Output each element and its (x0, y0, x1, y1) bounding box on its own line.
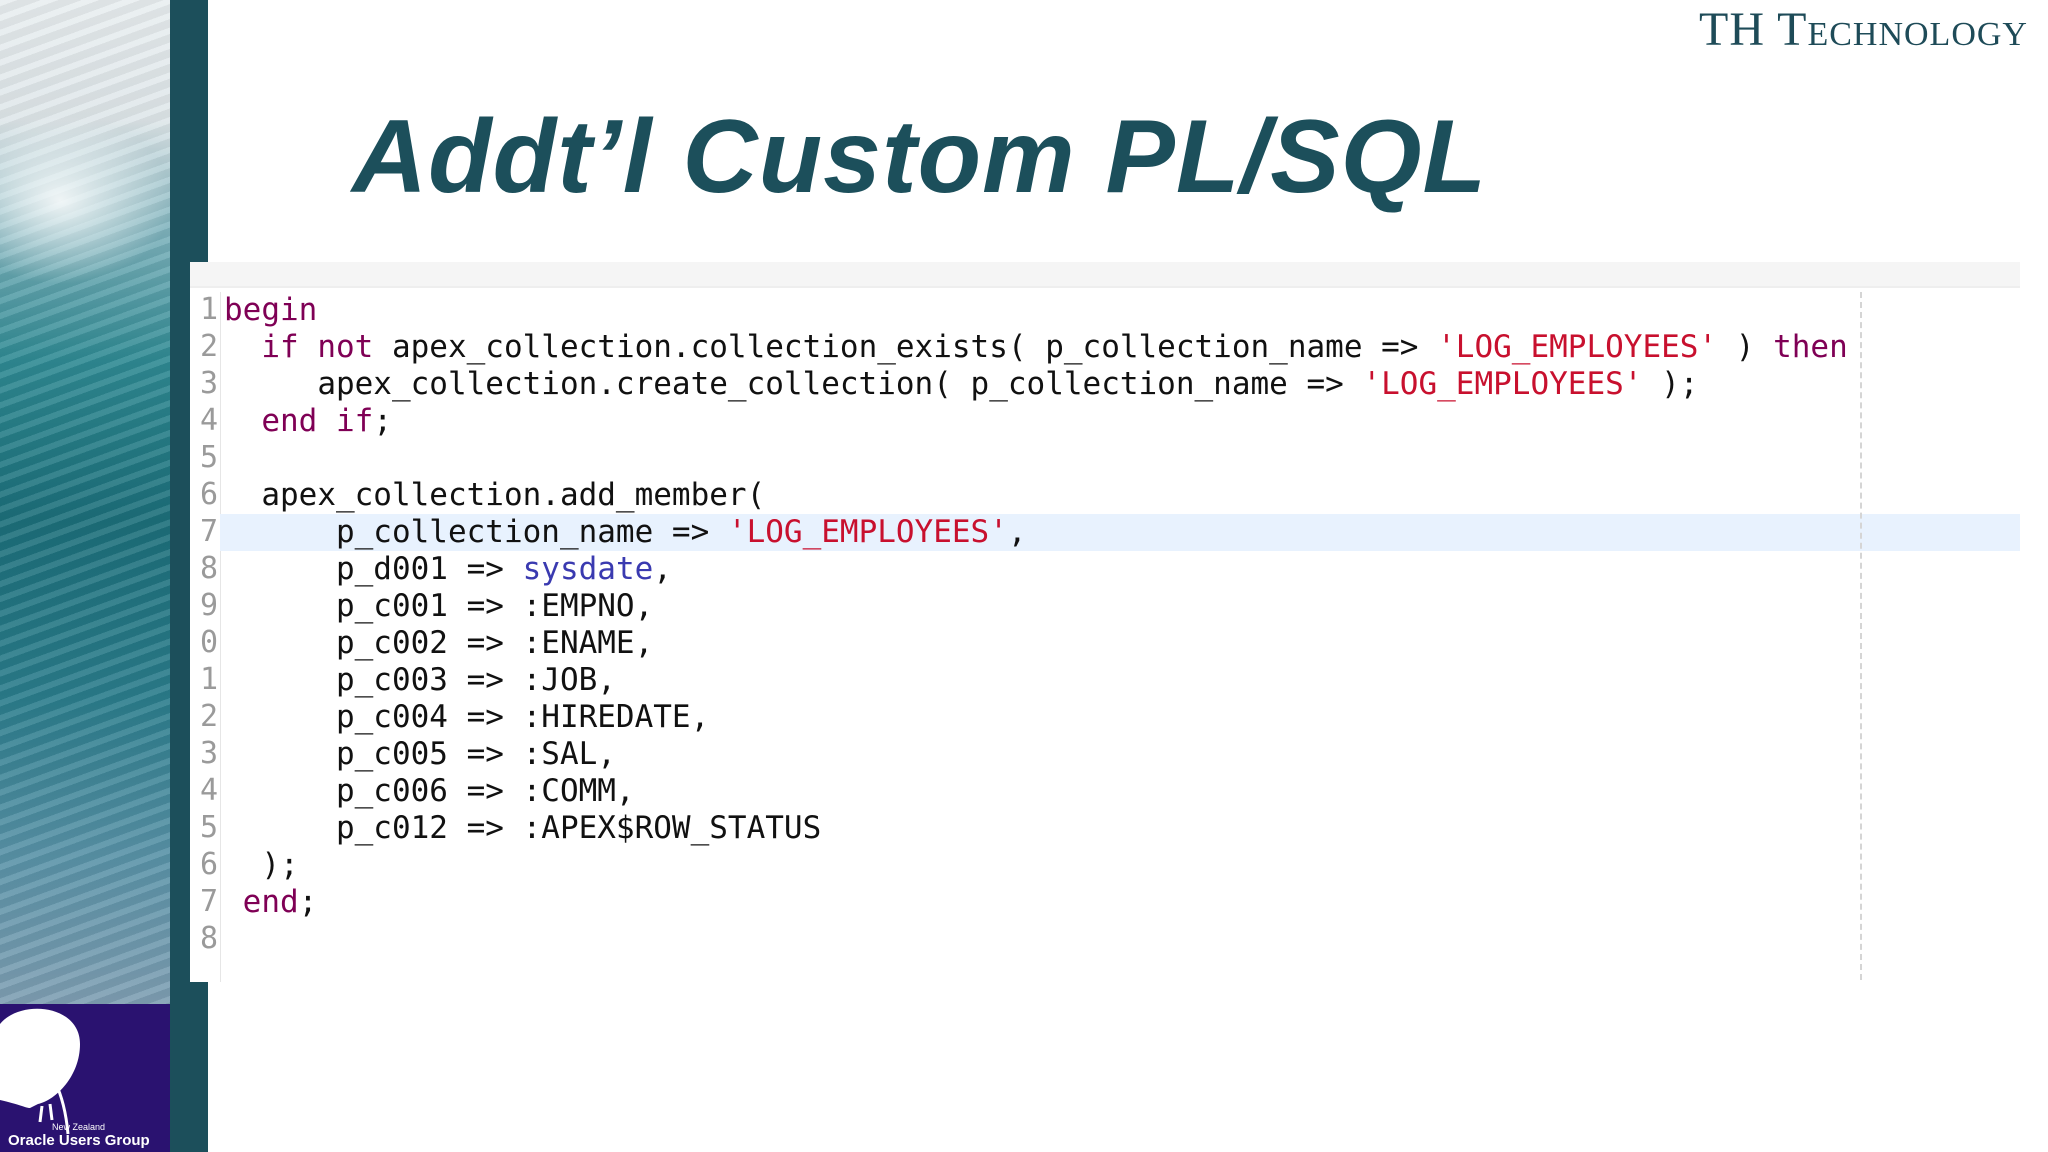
line-number: 5 (199, 810, 218, 845)
code-line[interactable]: if not apex_collection.collection_exists… (220, 329, 2020, 366)
keyword-token: end (242, 884, 299, 920)
code-line[interactable] (220, 921, 2020, 958)
line-number: 1 (199, 662, 218, 697)
code-token: ) (1717, 329, 1774, 365)
line-number: 8 (199, 921, 218, 956)
code-line[interactable] (220, 440, 2020, 477)
code-line[interactable]: end; (220, 884, 2020, 921)
line-number-gutter: 123456789012345678 (190, 292, 221, 982)
code-token: ; (298, 884, 318, 920)
function-token: sysdate (522, 551, 654, 587)
code-line[interactable]: ); (220, 847, 2020, 884)
keyword-token: if not (261, 329, 374, 365)
code-token: p_c005 => :SAL, (224, 736, 616, 772)
line-number: 5 (199, 440, 218, 475)
code-token: ); (224, 847, 299, 883)
line-number: 7 (199, 514, 218, 549)
code-token: apex_collection.add_member( (224, 477, 766, 513)
line-number: 7 (199, 884, 218, 919)
code-token: p_c004 => :HIREDATE, (224, 699, 710, 735)
code-line[interactable]: begin (220, 292, 2020, 329)
code-token: p_c003 => :JOB, (224, 662, 616, 698)
print-margin-line (1860, 292, 1862, 980)
code-token: p_d001 => (224, 551, 523, 587)
code-token: ); (1642, 366, 1699, 402)
code-token: p_c001 => :EMPNO, (224, 588, 654, 624)
string-token: 'LOG_EMPLOYEES' (727, 514, 1008, 550)
line-number: 6 (199, 847, 218, 882)
line-number: 4 (199, 773, 218, 808)
keyword-token: then (1773, 329, 1848, 365)
code-editor[interactable]: 123456789012345678 begin if not apex_col… (190, 262, 2020, 982)
keyword-token: end if (261, 403, 374, 439)
code-token: ; (373, 403, 392, 439)
brand-text: TH Technology (1699, 3, 2028, 56)
brand-name: TH Technology (1699, 2, 2028, 57)
code-token: , (1007, 514, 1027, 550)
code-line[interactable]: p_c003 => :JOB, (220, 662, 2020, 699)
wave-image (0, 0, 170, 1004)
code-token: , (653, 551, 672, 587)
line-number: 3 (199, 366, 218, 401)
line-number: 2 (199, 329, 218, 364)
code-line[interactable]: p_c002 => :ENAME, (220, 625, 2020, 662)
string-token: 'LOG_EMPLOYEES' (1437, 329, 1718, 365)
code-token: apex_collection.collection_exists( p_col… (373, 329, 1438, 365)
code-line[interactable]: apex_collection.create_collection( p_col… (220, 366, 2020, 403)
code-line[interactable]: p_collection_name => 'LOG_EMPLOYEES', (220, 514, 2020, 551)
code-token: p_c012 => :APEX$ROW_STATUS (224, 810, 822, 846)
line-number: 3 (199, 736, 218, 771)
code-token: p_collection_name => (224, 514, 728, 550)
logo-small-text: New Zealand (52, 1122, 106, 1132)
line-number: 1 (199, 292, 218, 327)
line-number: 4 (199, 403, 218, 438)
nzoug-logo: New Zealand Oracle Users Group (0, 1004, 170, 1152)
code-area[interactable]: begin if not apex_collection.collection_… (220, 292, 2020, 958)
code-token: p_c006 => :COMM, (224, 773, 635, 809)
code-line[interactable]: p_c012 => :APEX$ROW_STATUS (220, 810, 2020, 847)
line-number: 8 (199, 551, 218, 586)
logo-main-text: Oracle Users Group (8, 1132, 150, 1149)
line-number: 6 (199, 477, 218, 512)
code-line[interactable]: p_c004 => :HIREDATE, (220, 699, 2020, 736)
code-line[interactable]: p_c005 => :SAL, (220, 736, 2020, 773)
string-token: 'LOG_EMPLOYEES' (1362, 366, 1643, 402)
keyword-token: begin (224, 292, 318, 328)
line-number: 0 (199, 625, 218, 660)
line-number: 9 (199, 588, 218, 623)
code-token: p_c002 => :ENAME, (224, 625, 654, 661)
code-token: apex_collection.create_collection( p_col… (224, 366, 1363, 402)
editor-toolbar (190, 262, 2020, 288)
line-number: 2 (199, 699, 218, 734)
code-line[interactable]: end if; (220, 403, 2020, 440)
code-line[interactable]: p_c001 => :EMPNO, (220, 588, 2020, 625)
code-line[interactable]: apex_collection.add_member( (220, 477, 2020, 514)
code-line[interactable]: p_d001 => sysdate, (220, 551, 2020, 588)
slide-title: Addt’l Custom PL/SQL (352, 99, 1488, 215)
code-line[interactable]: p_c006 => :COMM, (220, 773, 2020, 810)
